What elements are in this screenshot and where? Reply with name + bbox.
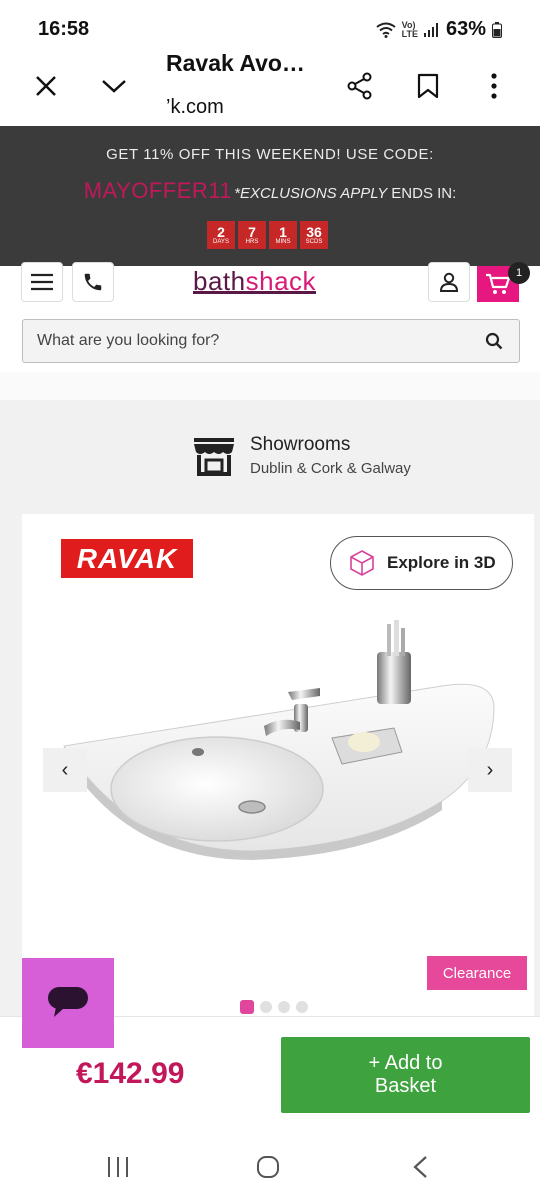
clearance-badge: Clearance (427, 956, 527, 990)
cart-icon (486, 273, 511, 294)
search-icon[interactable] (485, 332, 503, 350)
site-logo[interactable]: bathshack (193, 266, 317, 297)
cube-3d-icon (350, 550, 374, 576)
store-icon (194, 438, 234, 476)
gallery-dot[interactable] (240, 1000, 254, 1014)
home-icon[interactable] (256, 1155, 280, 1179)
menu-button[interactable] (21, 262, 63, 302)
gallery-dot[interactable] (296, 1001, 308, 1013)
product-price: €142.99 (76, 1057, 185, 1090)
showrooms-link[interactable]: Showrooms Dublin & Cork & Galway (192, 432, 452, 482)
site-header: bathshack 1 (0, 262, 540, 316)
promo-code-line: MAYOFFER11 *EXCLUSIONS APPLY ENDS IN: (0, 178, 540, 204)
battery-percent: 63% (445, 18, 486, 40)
timer-days: 2 DAYS (207, 221, 235, 249)
status-icons: Vo) LTE 63% (376, 18, 502, 41)
bookmark-icon (417, 73, 439, 99)
collapse-button[interactable] (94, 66, 134, 106)
close-tab-button[interactable] (26, 66, 66, 106)
status-time: 16:58 (38, 18, 90, 40)
wifi-icon (376, 22, 396, 38)
search-box (22, 319, 520, 363)
add-to-basket-label-line2: Basket (374, 1075, 437, 1097)
more-options-button[interactable] (474, 66, 514, 106)
explore-3d-label: Explore in 3D (387, 553, 496, 572)
bookmark-button[interactable] (408, 66, 448, 106)
close-icon (36, 76, 56, 96)
showrooms-locations: Dublin & Cork & Galway (250, 460, 411, 477)
live-chat-button[interactable] (22, 958, 114, 1048)
hamburger-icon (31, 273, 53, 291)
promo-banner: GET 11% OFF THIS WEEKEND! USE CODE: MAYO… (0, 126, 540, 266)
gallery-next-button[interactable]: › (468, 748, 512, 792)
recent-apps-icon[interactable] (106, 1156, 130, 1178)
gallery-pagination (240, 1000, 308, 1014)
share-icon (347, 72, 372, 100)
search-bar (0, 316, 540, 372)
gallery-dot[interactable] (260, 1001, 272, 1013)
more-vertical-icon (491, 73, 497, 99)
share-button[interactable] (340, 66, 380, 106)
timer-hours: 7 HRS (238, 221, 266, 249)
timer-minutes: 1 MINS (269, 221, 297, 249)
section-divider (0, 372, 540, 400)
add-to-basket-button[interactable]: + Add to Basket (281, 1037, 530, 1113)
back-icon[interactable] (412, 1155, 428, 1179)
system-navigation-bar (0, 1134, 540, 1200)
volte-indicator: Vo) LTE (401, 19, 418, 39)
promo-code: MAYOFFER11 (83, 178, 233, 203)
call-button[interactable] (72, 262, 114, 302)
browser-toolbar: Ravak Avo… ’k.com (0, 50, 540, 126)
account-button[interactable] (428, 262, 470, 302)
page-title: Ravak Avo… (166, 50, 305, 76)
product-gallery: RAVAK Explore in 3D ‹ › Clearance (22, 514, 534, 1016)
chat-bubble-icon (48, 987, 88, 1017)
search-input[interactable] (23, 320, 473, 362)
battery-icon (492, 21, 502, 38)
phone-icon (84, 273, 102, 291)
gallery-dot[interactable] (278, 1001, 290, 1013)
brand-logo: RAVAK (61, 539, 193, 578)
chevron-down-icon (102, 80, 126, 93)
user-icon (439, 272, 459, 292)
gallery-prev-button[interactable]: ‹ (43, 748, 87, 792)
page-url[interactable]: ’k.com (166, 96, 224, 119)
timer-seconds: 36 SCDS (300, 221, 328, 249)
add-to-basket-label-line1: + Add to (368, 1052, 443, 1074)
product-image (63, 620, 495, 860)
explore-3d-button[interactable]: Explore in 3D (330, 536, 513, 590)
promo-ends-label: ENDS IN: (391, 185, 457, 202)
showrooms-title: Showrooms (250, 434, 351, 455)
signal-icon (423, 22, 438, 37)
promo-exclusions: *EXCLUSIONS APPLY (234, 185, 388, 202)
promo-headline: GET 11% OFF THIS WEEKEND! USE CODE: (106, 146, 434, 163)
cart-count-badge: 1 (508, 262, 530, 284)
countdown-timer: 2 DAYS 7 HRS 1 MINS 36 SCDS (207, 221, 328, 249)
